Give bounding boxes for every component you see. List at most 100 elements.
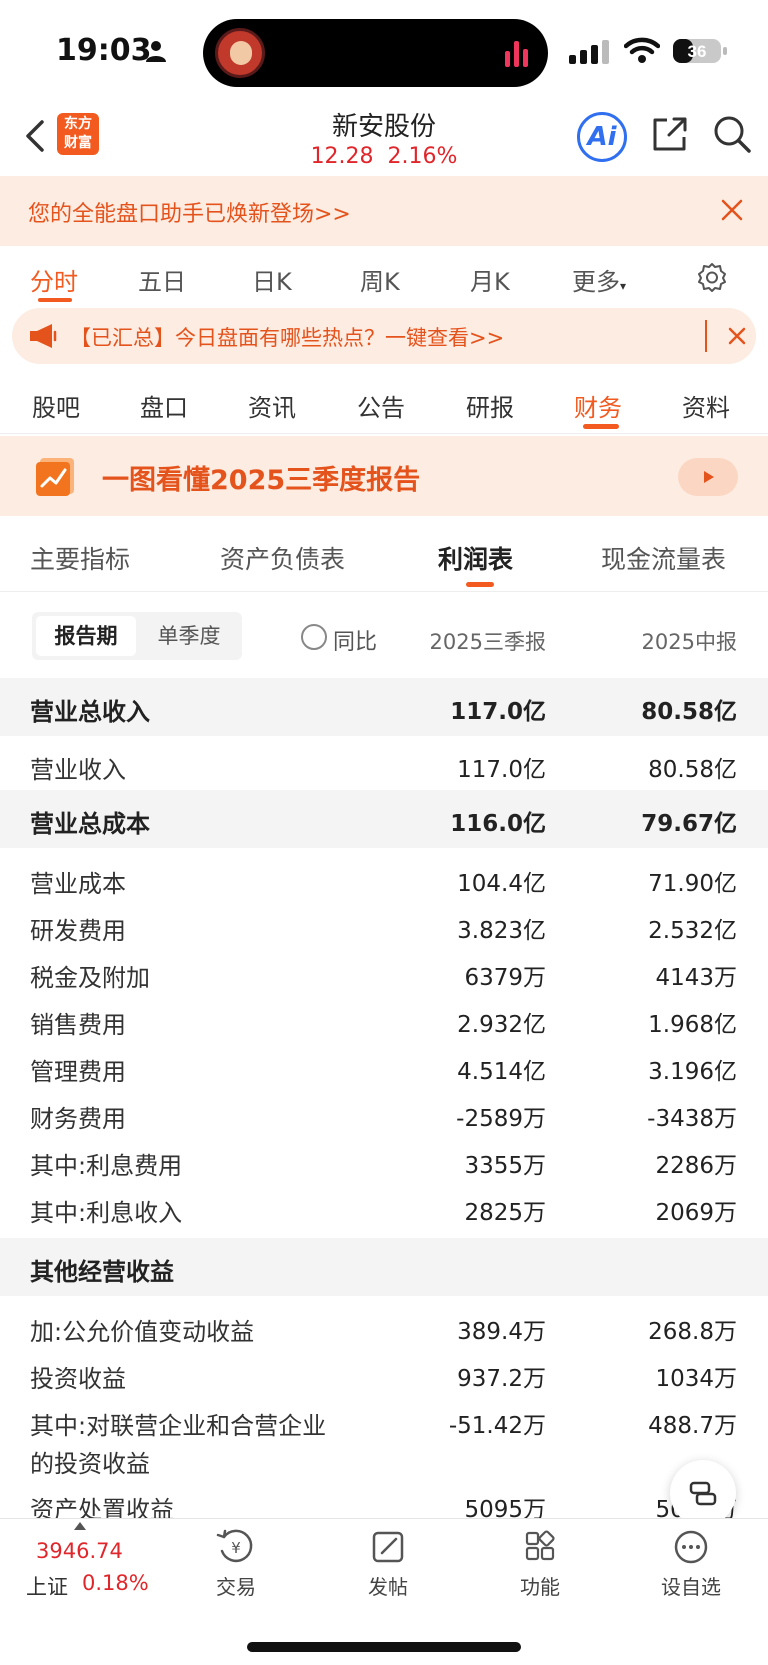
nav-trade[interactable]: ¥ 交易 <box>186 1529 286 1600</box>
app-logo: 东方 财富 <box>57 113 99 155</box>
row-label: 其中:利息收入 <box>30 1199 183 1227</box>
battery-icon: 36 <box>673 39 727 63</box>
tab-cash-flow[interactable]: 现金流量表 <box>601 540 726 576</box>
play-button[interactable] <box>678 458 738 496</box>
close-icon[interactable] <box>727 326 747 346</box>
index-name[interactable]: 上证 <box>26 1571 68 1601</box>
table-row: 加:公允价值变动收益 389.4万 268.8万 <box>0 1312 768 1356</box>
logo-line-1: 东方 <box>64 116 92 132</box>
tab-finance[interactable]: 财务 <box>574 388 622 423</box>
row-label: 投资收益 <box>30 1365 126 1393</box>
tab-five-day[interactable]: 五日 <box>138 262 186 297</box>
report-period-toggle[interactable]: 报告期 <box>36 616 136 656</box>
row-label: 销售费用 <box>30 1011 126 1039</box>
play-icon <box>704 471 714 483</box>
row-label: 资产处置收益 <box>30 1496 174 1518</box>
stock-quote: 12.28 2.16% <box>284 144 484 169</box>
dynamic-island <box>203 19 548 87</box>
tab-daily-k[interactable]: 日K <box>252 262 292 297</box>
tab-order-book[interactable]: 盘口 <box>140 388 188 423</box>
floating-switch-button[interactable] <box>670 1460 736 1526</box>
active-tab-indicator <box>38 298 72 302</box>
share-icon[interactable] <box>650 114 690 154</box>
tab-more[interactable]: 更多▾ <box>572 262 626 297</box>
dropdown-caret-icon: ▾ <box>620 279 627 293</box>
more-dots-icon <box>674 1530 708 1564</box>
avatar-icon <box>215 28 265 78</box>
row-value-q3: -51.42万 <box>448 1413 546 1439</box>
tab-key-indicators[interactable]: 主要指标 <box>30 540 130 576</box>
gear-icon[interactable] <box>697 262 727 292</box>
row-value-h1: 488.7万 <box>648 1413 737 1439</box>
tab-guba[interactable]: 股吧 <box>32 388 80 423</box>
table-row: 其中:对联营企业和合营企业 的投资收益 -51.42万 488.7万 <box>0 1406 768 1486</box>
logo-line-2: 财富 <box>64 135 92 151</box>
report-title[interactable]: 一图看懂2025三季度报告 <box>102 458 420 497</box>
row-value-q3: 116.0亿 <box>450 811 546 837</box>
nav-functions[interactable]: 功能 <box>490 1529 590 1600</box>
yoy-radio[interactable] <box>301 624 327 650</box>
trade-icon: ¥ <box>216 1529 253 1563</box>
search-icon[interactable] <box>712 114 752 154</box>
table-row: 其中:利息收入 2825万 2069万 <box>0 1193 768 1237</box>
row-value-q3: 3.823亿 <box>457 918 546 944</box>
tab-intraday[interactable]: 分时 <box>30 262 78 297</box>
tab-income-statement[interactable]: 利润表 <box>438 540 513 576</box>
row-value-h1: 1.968亿 <box>648 1012 737 1038</box>
table-row: 财务费用 -2589万 -3438万 <box>0 1099 768 1143</box>
promo-text[interactable]: 您的全能盘口助手已焕新登场>> <box>28 196 351 228</box>
tab-news[interactable]: 资讯 <box>248 388 296 423</box>
notice-text[interactable]: 【已汇总】今日盘面有哪些热点？一键查看>> <box>70 322 504 352</box>
period-segmented-control: 报告期 单季度 <box>32 612 242 660</box>
row-label: 营业收入 <box>30 756 126 784</box>
table-row: 其他经营收益 <box>0 1238 768 1296</box>
tab-announcements[interactable]: 公告 <box>357 388 405 423</box>
nav-post[interactable]: 发帖 <box>338 1529 438 1600</box>
cellular-signal-icon <box>569 40 609 64</box>
row-value-h1: 2.532亿 <box>648 918 737 944</box>
report-chart-icon <box>36 458 74 496</box>
tab-monthly-k[interactable]: 月K <box>470 262 510 297</box>
divider <box>705 320 707 352</box>
stock-header: 东方 财富 新安股份 12.28 2.16% Ai <box>0 100 768 176</box>
row-value-h1: 4143万 <box>655 965 737 991</box>
back-icon[interactable] <box>22 116 48 156</box>
table-row: 税金及附加 6379万 4143万 <box>0 958 768 1002</box>
row-value-q3: 2.932亿 <box>457 1012 546 1038</box>
row-value-h1: 80.58亿 <box>641 699 737 725</box>
table-row: 营业总收入 117.0亿 80.58亿 <box>0 678 768 736</box>
tab-weekly-k[interactable]: 周K <box>360 262 400 297</box>
status-time: 19:03 <box>56 33 152 68</box>
svg-text:¥: ¥ <box>231 1539 241 1557</box>
table-row: 营业成本 104.4亿 71.90亿 <box>0 864 768 908</box>
single-quarter-toggle[interactable]: 单季度 <box>140 616 238 656</box>
ai-button[interactable]: Ai <box>577 112 627 162</box>
chart-period-tabs: 分时 五日 日K 周K 月K 更多▾ <box>0 246 768 308</box>
income-statement-table: 营业总收入 117.0亿 80.58亿 营业收入 117.0亿 80.58亿 营… <box>0 678 768 1518</box>
close-icon[interactable] <box>720 198 744 222</box>
row-label-continued: 的投资收益 <box>30 1450 150 1478</box>
section-tabs: 股吧 盘口 资讯 公告 研报 财务 资料 <box>0 372 768 434</box>
report-banner[interactable]: 一图看懂2025三季度报告 <box>0 436 768 516</box>
column-header-h1: 2025中报 <box>641 630 737 654</box>
row-value-h1: 1034万 <box>655 1366 737 1392</box>
megaphone-icon <box>30 324 57 348</box>
row-label: 其他经营收益 <box>30 1258 174 1286</box>
row-value-q3: 3355万 <box>464 1153 546 1179</box>
promo-banner[interactable]: 您的全能盘口助手已焕新登场>> <box>0 176 768 246</box>
row-label: 营业总收入 <box>30 698 150 726</box>
tab-balance-sheet[interactable]: 资产负债表 <box>220 540 345 576</box>
index-value[interactable]: 3946.74 <box>36 1539 123 1563</box>
column-header-q3: 2025三季报 <box>429 630 546 654</box>
hot-topics-notice[interactable]: 【已汇总】今日盘面有哪些热点？一键查看>> <box>12 308 756 364</box>
row-label: 研发费用 <box>30 917 126 945</box>
stock-price: 12.28 <box>310 144 374 169</box>
index-change-pct[interactable]: 0.18% <box>82 1571 149 1595</box>
row-label: 管理费用 <box>30 1058 126 1086</box>
tab-profile[interactable]: 资料 <box>682 388 730 423</box>
tab-research[interactable]: 研报 <box>466 388 514 423</box>
period-toggle-row: 报告期 单季度 同比 2025三季报 2025中报 <box>0 594 768 678</box>
row-label: 其中:利息费用 <box>30 1152 183 1180</box>
table-row: 研发费用 3.823亿 2.532亿 <box>0 911 768 955</box>
nav-watchlist[interactable]: 设自选 <box>641 1529 741 1600</box>
